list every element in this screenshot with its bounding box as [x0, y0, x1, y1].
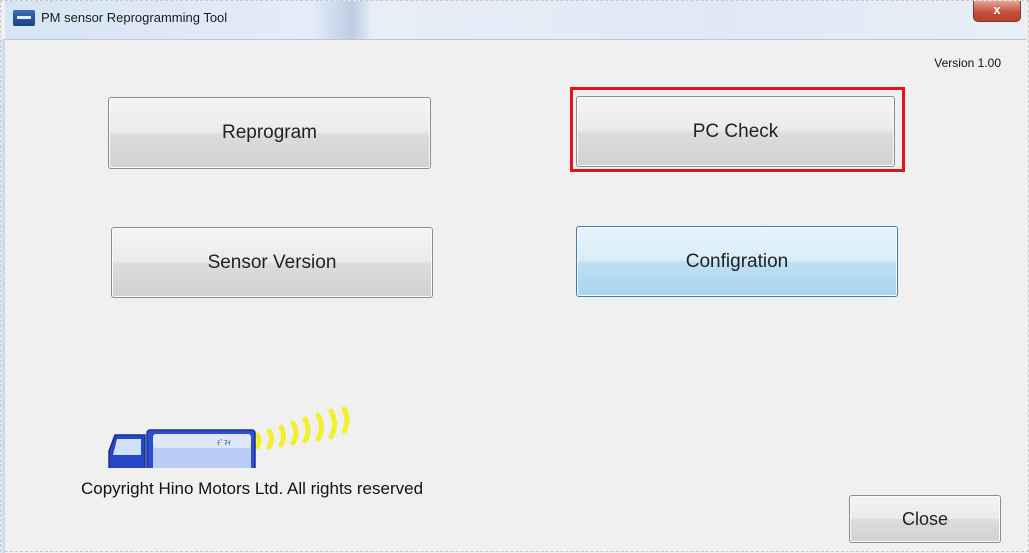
- copyright-text: Copyright Hino Motors Ltd. All rights re…: [81, 479, 424, 498]
- version-label: Version 1.00: [934, 56, 1001, 70]
- reprogram-button[interactable]: Reprogram: [108, 97, 431, 169]
- window-close-button[interactable]: x: [973, 1, 1021, 22]
- signal-waves-icon: [254, 406, 350, 450]
- pc-check-button[interactable]: PC Check: [576, 96, 895, 167]
- sensor-version-button[interactable]: Sensor Version: [111, 227, 433, 298]
- truck-badge: ﾃﾞﾏｲ: [217, 439, 231, 447]
- close-button[interactable]: Close: [849, 495, 1001, 543]
- client-area: Version 1.00 Reprogram PC Check Sensor V…: [5, 40, 1027, 550]
- app-window: PM sensor Reprogramming Tool x Version 1…: [0, 0, 1029, 553]
- title-bar[interactable]: PM sensor Reprogramming Tool x: [5, 1, 1027, 40]
- configration-button[interactable]: Configration: [576, 226, 898, 297]
- truck-logo-icon: ﾃﾞﾏｲ: [108, 406, 350, 468]
- app-icon: [13, 10, 35, 26]
- window-title: PM sensor Reprogramming Tool: [41, 10, 228, 25]
